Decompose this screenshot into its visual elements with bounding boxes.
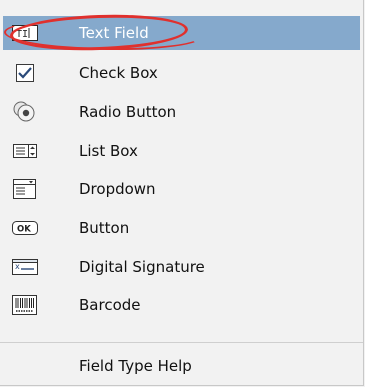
menu-item-radio-button[interactable]: Radio Button xyxy=(3,95,360,129)
checkbox-icon xyxy=(11,61,39,85)
barcode-icon xyxy=(11,293,39,317)
menu-separator xyxy=(0,342,363,343)
menu-item-check-box[interactable]: Check Box xyxy=(3,56,360,90)
menu-item-list-box[interactable]: List Box xyxy=(3,134,360,168)
menu-item-barcode[interactable]: Barcode xyxy=(3,288,360,322)
menu-item-label: Digital Signature xyxy=(79,258,205,276)
menu-item-label: Field Type Help xyxy=(79,357,192,375)
field-type-menu: TI Text Field Check Box Radio Button Lis… xyxy=(0,0,364,386)
menu-item-button[interactable]: OK Button xyxy=(3,211,360,245)
digital-signature-icon: x xyxy=(11,255,39,279)
list-box-icon xyxy=(11,139,39,163)
menu-item-label: Button xyxy=(79,219,130,237)
svg-text:TI: TI xyxy=(16,29,28,40)
menu-item-label: List Box xyxy=(79,142,138,160)
menu-item-field-type-help[interactable]: Field Type Help xyxy=(3,349,360,383)
menu-item-text-field[interactable]: TI Text Field xyxy=(3,16,360,50)
menu-item-label: Text Field xyxy=(79,24,149,42)
svg-text:OK: OK xyxy=(17,225,31,235)
svg-text:x: x xyxy=(15,262,20,271)
menu-item-label: Dropdown xyxy=(79,180,156,198)
menu-item-digital-signature[interactable]: x Digital Signature xyxy=(3,250,360,284)
menu-item-dropdown[interactable]: Dropdown xyxy=(3,172,360,206)
ok-button-icon: OK xyxy=(11,216,39,240)
radio-button-icon xyxy=(11,100,39,124)
menu-item-label: Check Box xyxy=(79,64,158,82)
text-field-icon: TI xyxy=(11,21,39,45)
dropdown-icon xyxy=(11,177,39,201)
menu-item-label: Barcode xyxy=(79,296,141,314)
menu-item-label: Radio Button xyxy=(79,103,177,121)
